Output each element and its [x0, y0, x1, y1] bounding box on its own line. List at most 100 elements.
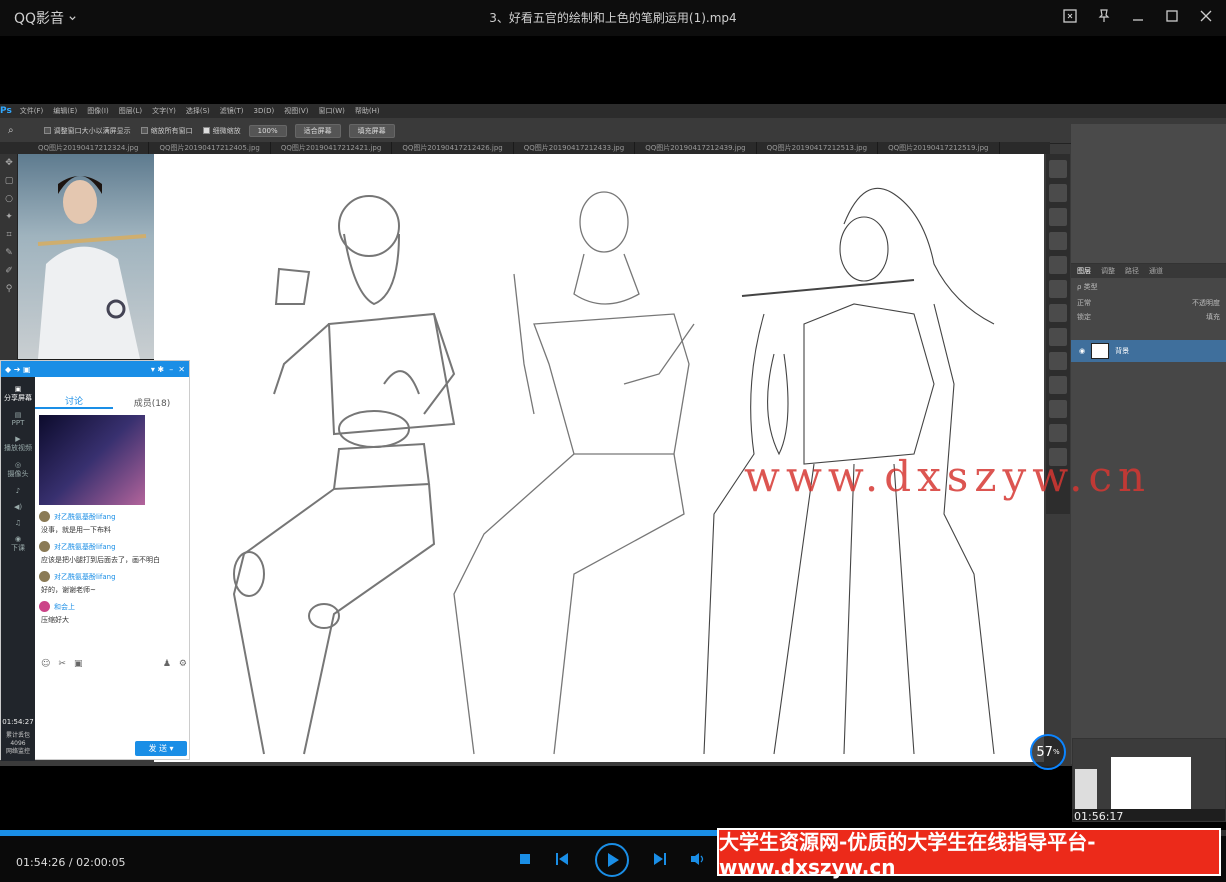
- ps-layers-panel: 图层 调整 路径 通道 ρ 类型 正常 不透明度 锁定 填充 ◉ 背景: [1071, 124, 1226, 764]
- move-tool-icon: ✥: [5, 158, 13, 168]
- play-button[interactable]: [594, 842, 630, 878]
- network-stats: 累计丢包 4096 网络监控: [5, 732, 30, 755]
- ps-doc-tab: QQ图片20190417212426.jpg: [392, 142, 514, 154]
- volume-button[interactable]: [690, 852, 706, 866]
- tab-members[interactable]: 成员(18): [113, 396, 191, 409]
- pin-icon: [1098, 9, 1110, 22]
- fit-screen-button: 适合屏幕: [294, 123, 341, 138]
- ps-dock-icon: [1049, 256, 1067, 274]
- close-button[interactable]: [1196, 6, 1216, 26]
- music-icon[interactable]: ♫: [1, 519, 35, 527]
- ps-dock-icon: [1049, 232, 1067, 250]
- share-screen-button[interactable]: ▣ 分享屏幕: [1, 385, 35, 403]
- ps-document-tabs: QQ图片20190417212324.jpg QQ图片2019041721240…: [0, 142, 1050, 154]
- ps-dock-icon: [1049, 376, 1067, 394]
- message-user: 和会上: [54, 602, 75, 611]
- maximize-button[interactable]: [1162, 6, 1182, 26]
- screenshot-icon: [1063, 9, 1077, 23]
- minimize-button[interactable]: [1128, 6, 1148, 26]
- image-icon[interactable]: ▣: [74, 659, 83, 669]
- close-icon: [1200, 10, 1212, 22]
- layer-thumbnail: [1091, 343, 1110, 359]
- previous-icon: [556, 853, 568, 865]
- chat-tabs: 讨论 成员(18): [35, 377, 191, 413]
- wand-tool-icon: ✦: [5, 212, 13, 222]
- chat-image[interactable]: [39, 415, 145, 505]
- chat-window: ◆ ➜ ▣ ▾ ✱ – ✕ ▣ 分享屏幕 ▤ PPT ▶ 播放视频 ◎ 摄像头 ♪ ◀)…: [0, 360, 191, 761]
- mic-icon[interactable]: ♪: [1, 487, 35, 495]
- zoom-all-checkbox: [140, 127, 148, 134]
- zoom-all-label: 缩放所有窗口: [150, 126, 193, 135]
- ps-options-bar: ⌕ 调整窗口大小以满屏显示 缩放所有窗口 细微缩放 100% 适合屏幕 填充屏幕: [0, 118, 1226, 144]
- message-user: 对乙酰氨基酚lifang: [54, 512, 116, 521]
- ppt-button[interactable]: ▤ PPT: [1, 411, 35, 427]
- emoji-icon[interactable]: ☺: [41, 659, 50, 669]
- marquee-tool-icon: ▢: [4, 176, 14, 186]
- avatar: [39, 511, 50, 522]
- layer-name: 背景: [1115, 347, 1130, 355]
- ps-dock-icon: [1049, 280, 1067, 298]
- ps-menu-item: 文件(F): [19, 107, 44, 115]
- members-icon[interactable]: ♟: [163, 659, 171, 669]
- avatar: [39, 571, 50, 582]
- fill-screen-button: 填充屏幕: [348, 123, 395, 138]
- layers-tab: 图层: [1077, 267, 1091, 275]
- ps-dock-icon: [1049, 352, 1067, 370]
- send-button[interactable]: 发 送 ▾: [135, 741, 187, 756]
- playback-time: 01:54:26 / 02:00:05: [16, 856, 126, 869]
- avatar: [39, 541, 50, 552]
- avatar: [39, 601, 50, 612]
- ps-doc-tab: QQ图片20190417212433.jpg: [514, 142, 636, 154]
- layer-kind: ρ 类型: [1077, 283, 1098, 291]
- ps-doc-tab: QQ图片20190417212324.jpg: [28, 142, 150, 154]
- ps-menu-item: 帮助(H): [354, 107, 380, 115]
- resize-label: 调整窗口大小以满屏显示: [53, 126, 131, 135]
- layer-row: ◉ 背景: [1071, 340, 1226, 362]
- ps-doc-tab: QQ图片20190417212405.jpg: [149, 142, 271, 154]
- settings-icon[interactable]: ⚙: [179, 659, 187, 669]
- ps-doc-tab: QQ图片20190417212519.jpg: [878, 142, 1000, 154]
- message-text: 压缩好大: [41, 616, 69, 624]
- opacity-label: 不透明度: [1192, 299, 1220, 307]
- chat-header-icons: ◆ ➜ ▣: [5, 364, 31, 374]
- chat-toolbar: ☺ ✂ ▣ ♟ ⚙: [41, 659, 187, 669]
- eye-icon: ◉: [1079, 347, 1086, 355]
- reference-figure: [37, 176, 147, 359]
- play-video-button[interactable]: ▶ 播放视频: [1, 435, 35, 453]
- eyedropper-tool-icon: ✎: [5, 248, 13, 258]
- ps-dock-icon: [1049, 424, 1067, 442]
- maximize-icon: [1166, 10, 1178, 22]
- class-time: 01:54:27: [2, 718, 34, 726]
- ps-dock-icon: [1049, 160, 1067, 178]
- ps-dock-icon: [1049, 184, 1067, 202]
- ps-logo: Ps: [0, 106, 12, 116]
- quit-class-button[interactable]: ◉ 下课: [1, 535, 35, 553]
- file-title: 3、好看五官的绘制和上色的笔刷运用(1).mp4: [489, 11, 737, 25]
- seek-thumbnail-time: 01:56:17: [1074, 810, 1124, 823]
- camera-button[interactable]: ◎ 摄像头: [1, 461, 35, 479]
- layers-tab: 路径: [1125, 267, 1139, 275]
- tab-discussion[interactable]: 讨论: [35, 394, 113, 409]
- pin-button[interactable]: [1094, 6, 1114, 26]
- ps-dock-icon: [1049, 304, 1067, 322]
- ps-menu-item: 滤镜(T): [219, 107, 244, 115]
- previous-button[interactable]: [554, 852, 570, 866]
- ps-menu-item: 图像(I): [87, 107, 109, 115]
- chat-sidebar: ▣ 分享屏幕 ▤ PPT ▶ 播放视频 ◎ 摄像头 ♪ ◀) ♫ ◉ 下课 01:54:2…: [1, 377, 35, 761]
- scrubby-label: 细微缩放: [212, 126, 241, 135]
- ps-menubar: Ps 文件(F) 编辑(E) 图像(I) 图层(L) 文字(Y) 选择(S) 滤…: [0, 104, 1226, 118]
- stop-button[interactable]: [518, 852, 532, 866]
- chat-message: 对乙酰氨基酚lifang 应该是把小腿打到后面去了，画不明白: [39, 541, 189, 565]
- ps-dock-icon: [1049, 400, 1067, 418]
- screenshot-button[interactable]: [1060, 6, 1080, 26]
- scissors-icon[interactable]: ✂: [58, 659, 66, 669]
- speaker-icon[interactable]: ◀): [1, 503, 35, 511]
- ps-menu-item: 选择(S): [185, 107, 210, 115]
- minimize-icon: [1133, 19, 1143, 21]
- ps-doc-tab: QQ图片20190417212421.jpg: [271, 142, 393, 154]
- ps-menu-item: 视图(V): [284, 107, 309, 115]
- stop-icon: [520, 854, 530, 864]
- next-button[interactable]: [652, 852, 668, 866]
- scrubby-checkbox: [202, 127, 210, 134]
- message-text: 应该是把小腿打到后面去了，画不明白: [41, 556, 160, 564]
